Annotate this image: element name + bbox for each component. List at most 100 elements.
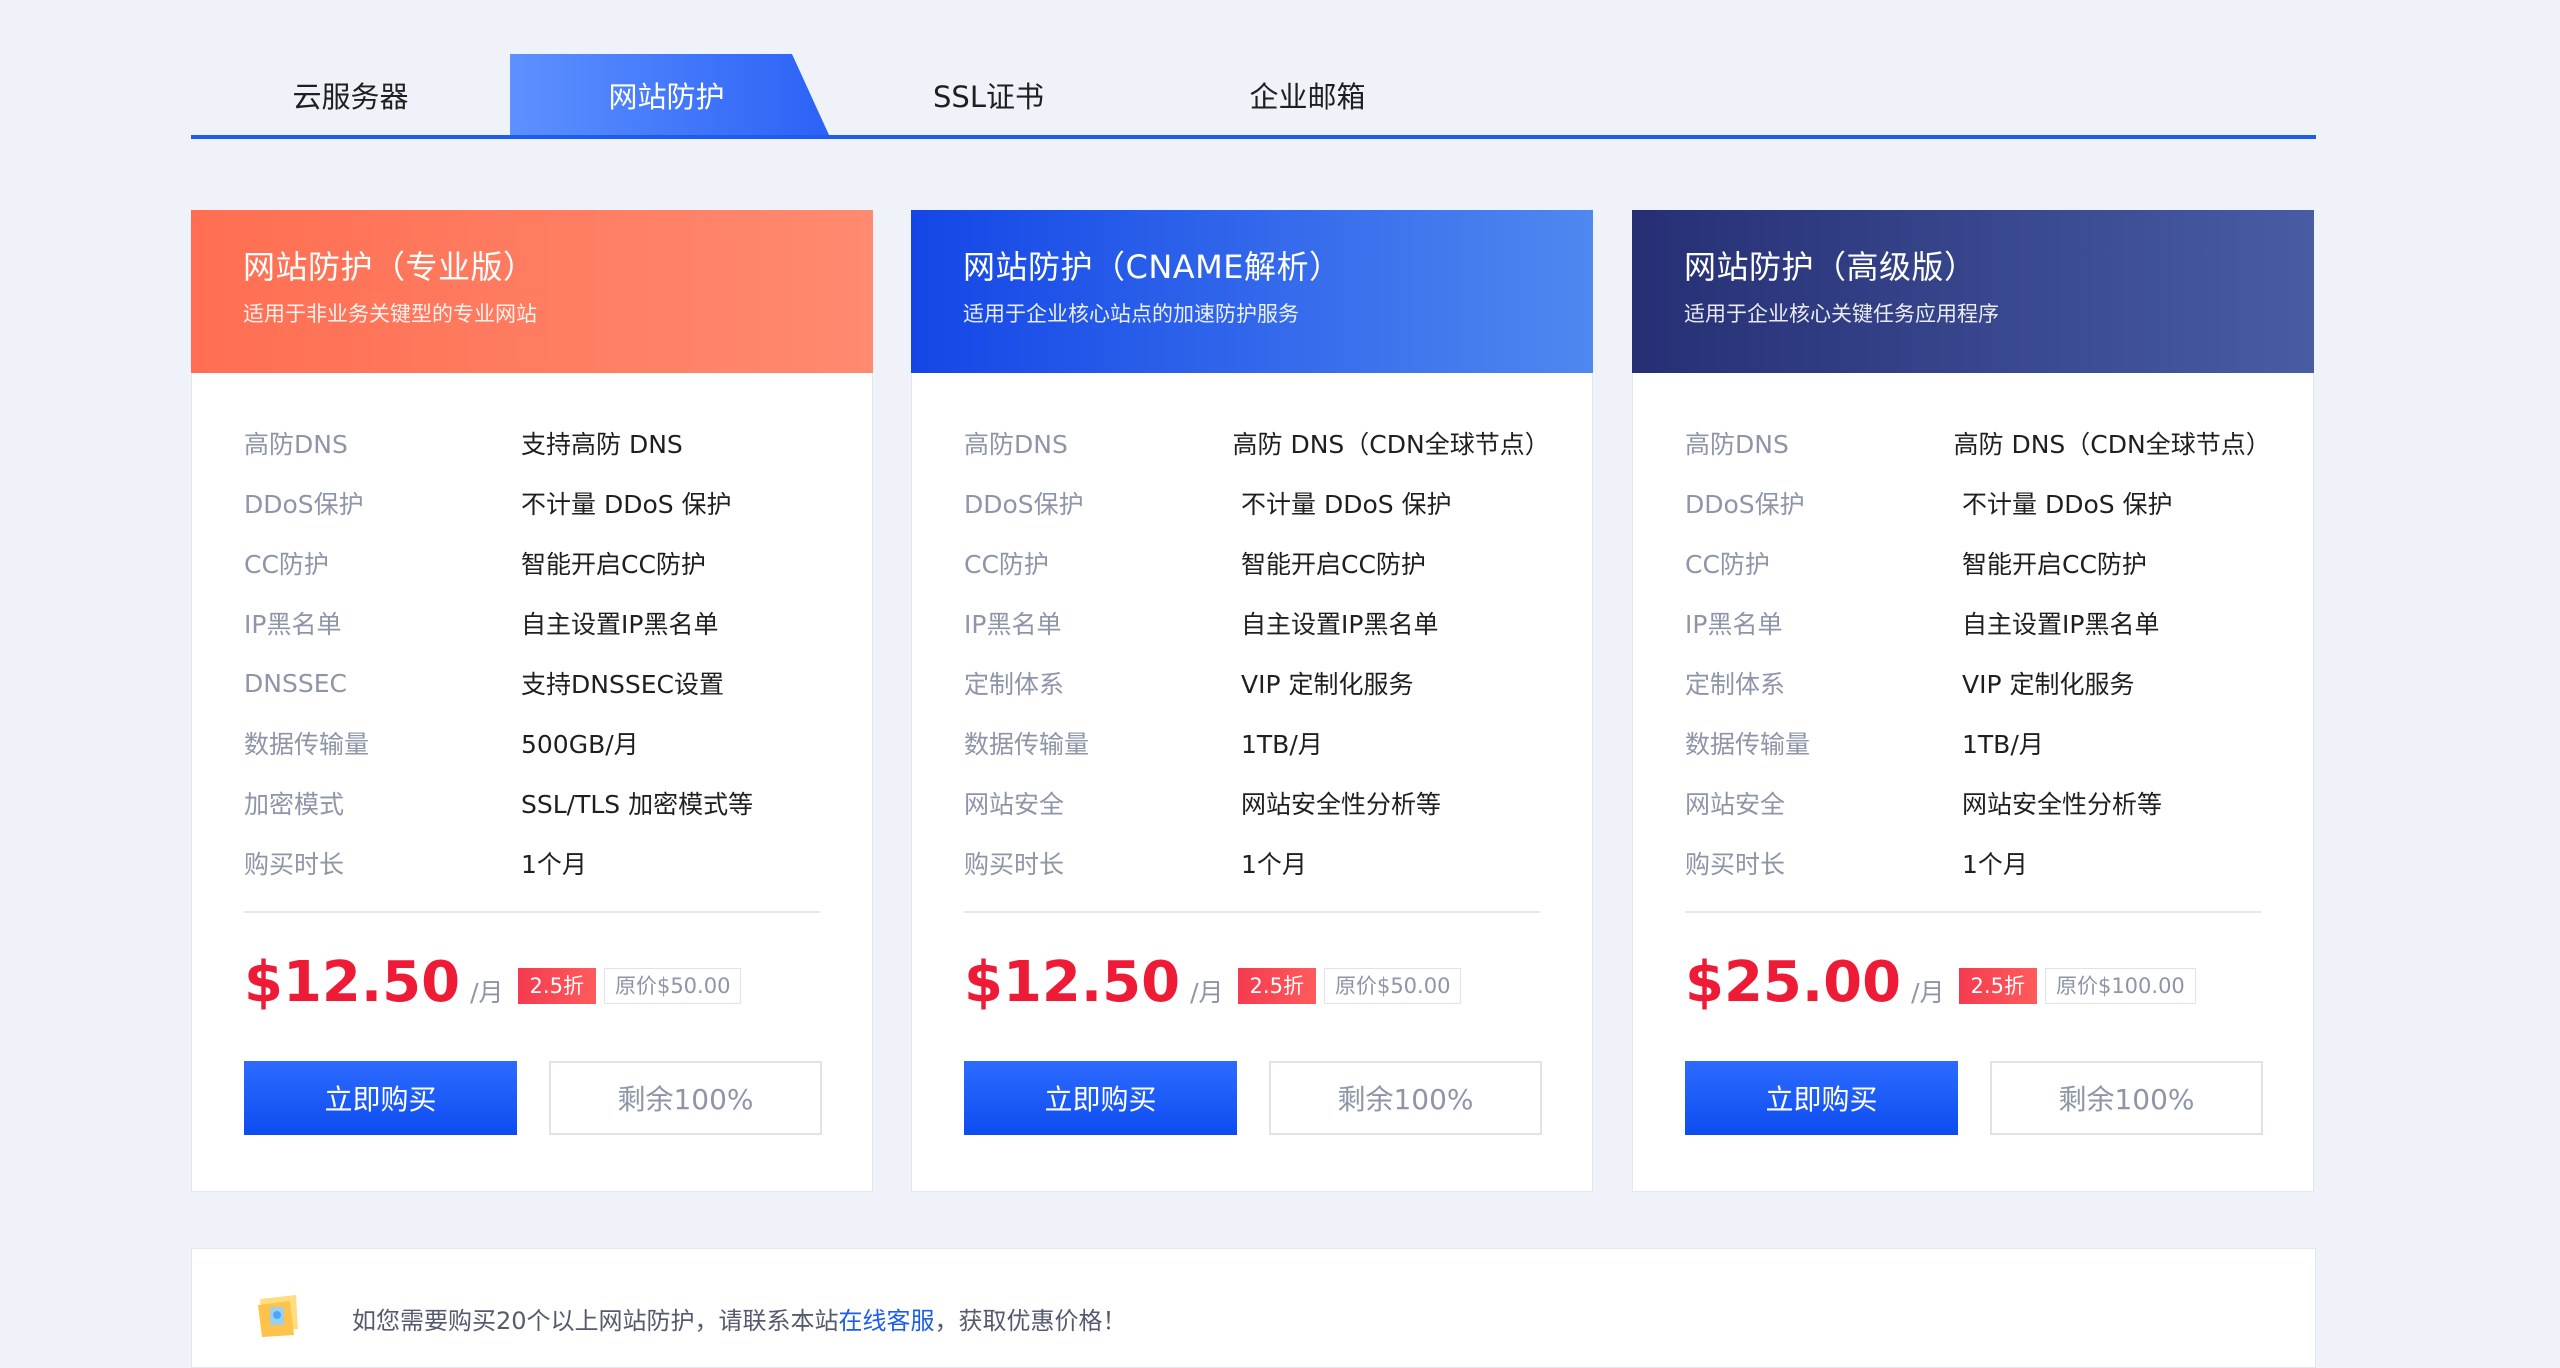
feature-row: DNSSEC 支持DNSSEC设置 [244,653,820,713]
feature-row: 数据传输量 1TB/月 [1685,713,2261,773]
feature-label: CC防护 [1685,550,1770,579]
price-row: $25.00 /月 2.5折 原价$100.00 [1685,953,2313,1023]
feature-label: 购买时长 [244,850,345,879]
button-row: 立即购买 剩余100% [964,1061,1592,1135]
feature-value: 不计量 DDoS 保护 [1241,490,1452,519]
plan-title: 网站防护（专业版） [243,248,536,286]
feature-value: VIP 定制化服务 [1241,670,1414,699]
tab-label: 网站防护 [608,79,725,114]
price: $12.50 [244,950,461,1015]
feature-row: 网站安全 网站安全性分析等 [1685,773,2261,833]
feature-list: 高防DNS 高防 DNS（CDN全球节点） DDoS保护 不计量 DDoS 保护 C… [912,413,1592,893]
feature-row: DDoS保护 不计量 DDoS 保护 [1685,473,2261,533]
feature-value: 1TB/月 [1241,730,1323,759]
stock-remaining-button[interactable]: 剩余100% [549,1061,822,1135]
feature-label: DNSSEC [244,668,347,698]
online-support-link[interactable]: 在线客服 [839,1307,935,1335]
price-row: $12.50 /月 2.5折 原价$50.00 [244,953,872,1023]
divider [964,911,1540,913]
feature-label: 高防DNS [1685,430,1789,459]
notice-text-after: ，获取优惠价格！ [934,1307,1127,1335]
discount-badge: 2.5折 [1237,968,1316,1004]
tab-label: 企业邮箱 [1249,79,1366,114]
feature-value: 自主设置IP黑名单 [1962,610,2160,639]
feature-label: IP黑名单 [1685,610,1783,639]
feature-row: DDoS保护 不计量 DDoS 保护 [244,473,820,533]
buy-now-button[interactable]: 立即购买 [244,1061,517,1135]
feature-label: 加密模式 [244,790,345,819]
feature-value: SSL/TLS 加密模式等 [521,790,754,819]
feature-row: CC防护 智能开启CC防护 [244,533,820,593]
tab-cloud-server[interactable]: 云服务器 [191,54,510,135]
tab-label: SSL证书 [933,79,1044,114]
feature-row: IP黑名单 自主设置IP黑名单 [964,593,1540,653]
feature-label: DDoS保护 [964,490,1084,519]
feature-row: 定制体系 VIP 定制化服务 [1685,653,2261,713]
button-row: 立即购买 剩余100% [244,1061,872,1135]
feature-row: 购买时长 1个月 [964,833,1540,893]
notice-text: 如您需要购买20个以上网站防护，请联系本站在线客服，获取优惠价格！ [352,1301,1127,1336]
buy-now-button[interactable]: 立即购买 [1685,1061,1958,1135]
feature-value: 智能开启CC防护 [1241,550,1426,579]
feature-value: 不计量 DDoS 保护 [521,490,732,519]
feature-value: 1TB/月 [1962,730,2044,759]
feature-value: 自主设置IP黑名单 [521,610,719,639]
original-price: 原价$50.00 [1323,968,1462,1004]
stock-remaining-button[interactable]: 剩余100% [1990,1061,2263,1135]
feature-value: 网站安全性分析等 [1241,790,1442,819]
stock-remaining-button[interactable]: 剩余100% [1269,1061,1542,1135]
bulk-purchase-notice: 如您需要购买20个以上网站防护，请联系本站在线客服，获取优惠价格！ [191,1248,2316,1368]
price-period: /月 [1911,978,1945,1007]
feature-label: CC防护 [964,550,1049,579]
feature-row: 高防DNS 高防 DNS（CDN全球节点） [964,413,1550,473]
plan-subtitle: 适用于企业核心站点的加速防护服务 [963,302,1299,326]
feature-label: IP黑名单 [244,610,342,639]
feature-label: 高防DNS [244,430,348,459]
feature-label: 数据传输量 [964,730,1090,759]
button-row: 立即购买 剩余100% [1685,1061,2313,1135]
feature-row: 高防DNS 高防 DNS（CDN全球节点） [1685,413,2271,473]
feature-value: VIP 定制化服务 [1962,670,2135,699]
feature-row: IP黑名单 自主设置IP黑名单 [1685,593,2261,653]
plan-card-cname: 网站防护（CNAME解析） 适用于企业核心站点的加速防护服务 高防DNS 高防 D… [911,210,1593,1192]
discount-badge: 2.5折 [1958,968,2037,1004]
feature-label: 高防DNS [964,430,1068,459]
tab-label: 云服务器 [292,79,409,114]
price-period: /月 [470,978,504,1007]
feature-label: 定制体系 [964,670,1065,699]
plan-header: 网站防护（专业版） 适用于非业务关键型的专业网站 [191,210,873,373]
feature-row: CC防护 智能开启CC防护 [1685,533,2261,593]
notice-text-before: 如您需要购买20个以上网站防护，请联系本站 [352,1307,839,1335]
feature-label: DDoS保护 [244,490,364,519]
feature-label: 购买时长 [1685,850,1786,879]
feature-row: 数据传输量 500GB/月 [244,713,820,773]
feature-label: CC防护 [244,550,329,579]
feature-value: 智能开启CC防护 [1962,550,2147,579]
buy-now-button[interactable]: 立即购买 [964,1061,1237,1135]
price: $25.00 [1685,950,1902,1015]
plan-title: 网站防护（CNAME解析） [963,248,1342,286]
feature-label: 定制体系 [1685,670,1786,699]
feature-label: 网站安全 [1685,790,1786,819]
plan-card-professional: 网站防护（专业版） 适用于非业务关键型的专业网站 高防DNS 支持高防 DNS D… [191,210,873,1192]
feature-row: 数据传输量 1TB/月 [964,713,1540,773]
feature-value: 自主设置IP黑名单 [1241,610,1439,639]
price-period: /月 [1190,978,1224,1007]
tab-website-protection[interactable]: 网站防护 [510,54,829,135]
feature-row: CC防护 智能开启CC防护 [964,533,1540,593]
feature-label: 购买时长 [964,850,1065,879]
feature-value: 1个月 [1241,850,1307,879]
tab-enterprise-email[interactable]: 企业邮箱 [1148,54,1467,135]
feature-value: 500GB/月 [521,730,639,759]
feature-value: 高防 DNS（CDN全球节点） [1232,430,1550,459]
tabs-underline [191,135,2316,139]
plan-header: 网站防护（高级版） 适用于企业核心关键任务应用程序 [1632,210,2314,373]
product-tabs: 云服务器 网站防护 SSL证书 企业邮箱 [191,54,2316,140]
price: $12.50 [964,950,1181,1015]
feature-row: 高防DNS 支持高防 DNS [244,413,820,473]
feature-value: 支持高防 DNS [521,430,683,459]
feature-row: 定制体系 VIP 定制化服务 [964,653,1540,713]
feature-list: 高防DNS 支持高防 DNS DDoS保护 不计量 DDoS 保护 CC防护 智能开启… [192,413,872,893]
plan-subtitle: 适用于企业核心关键任务应用程序 [1684,302,1999,326]
tab-ssl-certificate[interactable]: SSL证书 [829,54,1148,135]
